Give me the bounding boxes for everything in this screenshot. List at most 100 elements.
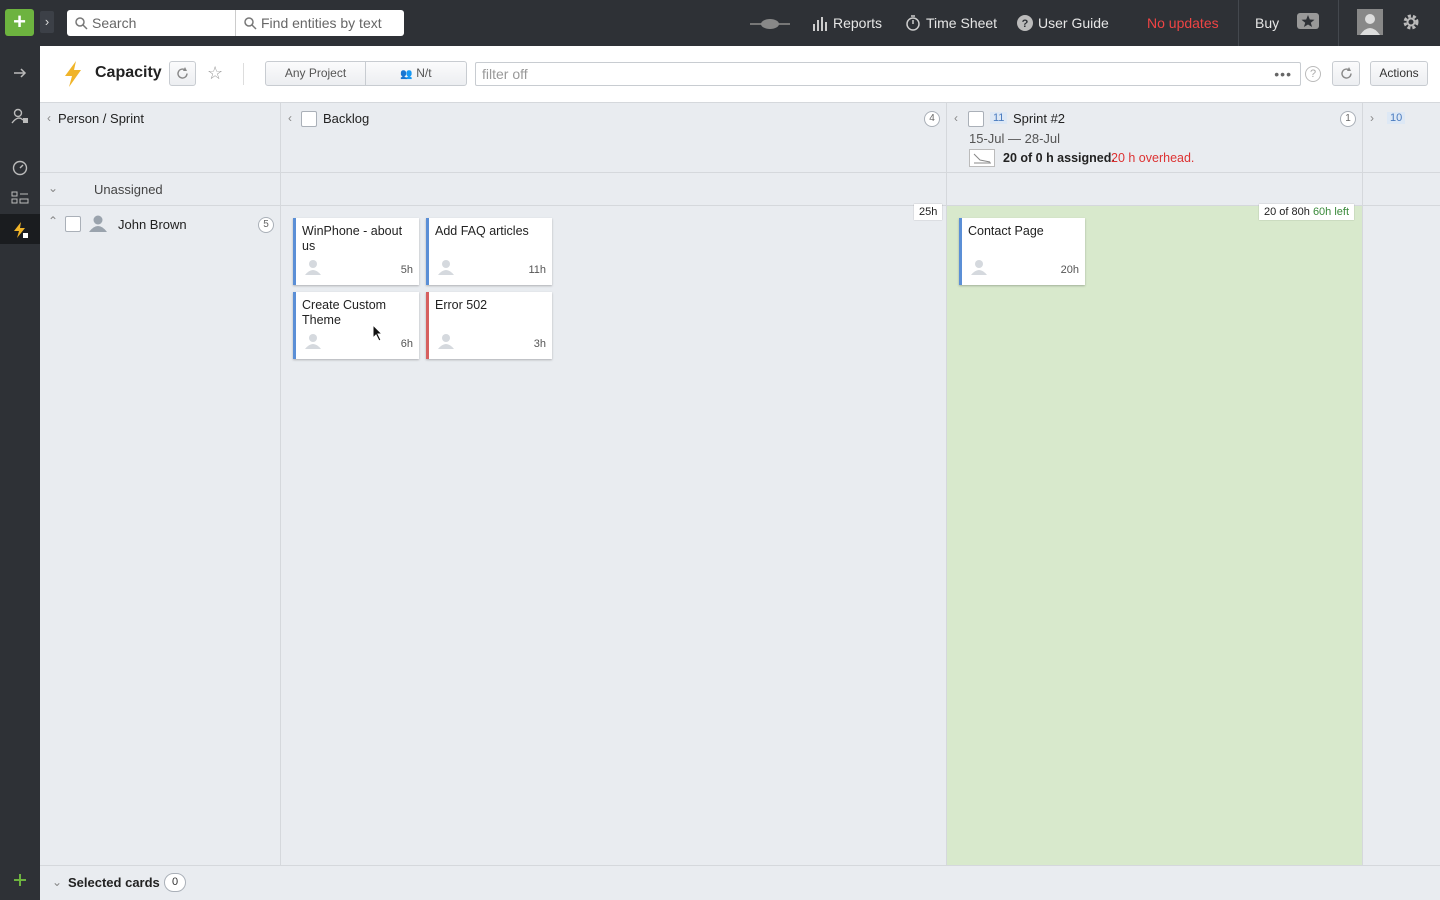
card-title: WinPhone - about us [302, 224, 403, 253]
top-bar: + › Search Find entities by text Reports… [0, 0, 1440, 46]
updates-status[interactable]: No updates [1147, 0, 1219, 46]
refresh-filter-button[interactable] [1332, 61, 1360, 86]
sprint-header: ‹ 11 Sprint #2 1 15-Jul — 28-Jul 20 of 0… [947, 103, 1362, 173]
expand-menu-button[interactable]: › [40, 11, 54, 33]
sprint-overhead: 20 h overhead. [1111, 151, 1195, 165]
card-title: Contact Page [968, 224, 1044, 238]
sprint-label[interactable]: Sprint #2 [1013, 111, 1065, 126]
unassigned-label: Unassigned [94, 182, 163, 197]
task-card[interactable]: WinPhone - about us 5h [293, 218, 419, 285]
add-plus-icon[interactable] [0, 866, 40, 896]
bolt-icon [62, 60, 84, 91]
card-hours: 11h [528, 264, 546, 276]
timesheet-link[interactable]: Time Sheet [905, 0, 997, 46]
task-card[interactable]: Add FAQ articles 11h [426, 218, 552, 285]
chevron-left-icon[interactable]: ‹ [954, 111, 958, 125]
find-entities-input[interactable]: Find entities by text [235, 10, 404, 36]
axis-label[interactable]: Person / Sprint [58, 111, 144, 126]
team-filter-label: N/t [416, 66, 432, 80]
sprint-capacity: 20 of 80h [1264, 206, 1310, 218]
sprint-checkbox[interactable] [968, 111, 984, 127]
card-hours: 6h [400, 338, 413, 350]
selected-count-badge: 0 [164, 873, 186, 892]
help-icon: ? [1017, 15, 1033, 31]
mouse-cursor-icon [372, 323, 384, 345]
find-placeholder: Find entities by text [261, 15, 382, 31]
more-options-icon[interactable]: ••• [1274, 63, 1292, 85]
filter-help-icon[interactable]: ? [1305, 66, 1321, 82]
task-card[interactable]: Create Custom Theme 6h [293, 292, 419, 359]
dashboard-gauge-icon[interactable] [0, 153, 40, 183]
sprint-capacity-tag: 20 of 80h 60h left [1259, 204, 1355, 220]
card-title: Add FAQ articles [435, 224, 529, 238]
task-card[interactable]: Contact Page 20h [959, 218, 1085, 285]
card-title: Create Custom Theme [302, 298, 387, 327]
project-filter-button[interactable]: Any Project [265, 61, 366, 86]
chevron-left-icon[interactable]: ‹ [288, 111, 292, 125]
divider [243, 63, 244, 85]
card-hours: 5h [400, 264, 413, 276]
left-sidebar [0, 46, 40, 900]
chevron-down-icon[interactable]: ⌄ [52, 875, 62, 889]
refresh-button[interactable] [169, 61, 196, 86]
chevron-down-icon[interactable]: ⌄ [48, 181, 58, 195]
selected-cards-bar: ⌄ Selected cards 0 [40, 865, 1440, 900]
backlog-label[interactable]: Backlog [323, 111, 369, 126]
person-count-badge: 5 [258, 217, 274, 233]
person-row-header[interactable]: ⌃ John Brown 5 [40, 206, 280, 242]
svg-text:?: ? [1022, 18, 1029, 30]
refresh-icon [1340, 67, 1352, 79]
column-divider [1362, 103, 1363, 865]
person-checkbox[interactable] [65, 216, 81, 232]
backlog-header: ‹ Backlog 4 [281, 103, 946, 173]
sprint-count-badge: 1 [1340, 111, 1356, 127]
card-title: Error 502 [435, 298, 488, 312]
favorite-star-icon[interactable]: ☆ [207, 63, 223, 84]
filter-input[interactable]: filter off ••• [475, 62, 1301, 86]
capacity-bolt-icon[interactable] [0, 214, 40, 244]
card-hours: 20h [1060, 264, 1079, 276]
search-icon [244, 17, 257, 30]
selected-cards-label[interactable]: Selected cards [68, 875, 160, 890]
user-avatar-icon[interactable] [1357, 9, 1388, 35]
chevron-up-icon[interactable]: ⌃ [48, 214, 58, 228]
settings-gear-icon[interactable] [1401, 12, 1426, 34]
user-lock-icon[interactable] [0, 101, 40, 131]
burndown-chart-icon[interactable] [969, 149, 995, 167]
search-input[interactable]: Search [67, 10, 235, 36]
buy-link[interactable]: Buy [1255, 0, 1279, 46]
page-title: Capacity [95, 64, 162, 81]
card-hours: 3h [533, 338, 546, 350]
backlog-checkbox[interactable] [301, 111, 317, 127]
toggle-view-icon[interactable] [750, 0, 795, 46]
column-divider [946, 103, 947, 865]
team-filter-button[interactable]: 👥 N/t [365, 61, 467, 86]
chevron-left-icon[interactable]: ‹ [47, 111, 51, 125]
person-avatar-icon [88, 214, 108, 235]
board-view-icon[interactable] [0, 184, 40, 214]
axis-header: ‹ Person / Sprint [40, 103, 280, 173]
actions-button[interactable]: Actions [1370, 61, 1428, 86]
timesheet-label: Time Sheet [926, 15, 998, 31]
sprint-id-badge[interactable]: 11 [990, 112, 1008, 124]
refresh-icon [177, 67, 188, 79]
user-guide-link[interactable]: ? User Guide [1017, 0, 1109, 46]
add-entity-button[interactable]: + [5, 9, 34, 36]
next-sprint-header: › 10 [1363, 103, 1440, 173]
task-card[interactable]: Error 502 3h [426, 292, 552, 359]
divider [1338, 0, 1339, 46]
next-sprint-id-badge[interactable]: 10 [1387, 112, 1406, 124]
search-placeholder: Search [92, 15, 137, 31]
card-avatar-icon [437, 259, 455, 278]
sprint-dates: 15-Jul — 28-Jul [969, 131, 1061, 146]
sprint-hours-left: 60h left [1312, 206, 1350, 218]
chevron-right-icon[interactable]: › [1370, 111, 1374, 125]
person-name[interactable]: John Brown [118, 217, 187, 232]
card-avatar-icon [437, 333, 455, 352]
divider [1238, 0, 1239, 46]
collapse-arrow-icon[interactable] [0, 58, 40, 88]
backlog-count-badge: 4 [924, 111, 940, 127]
feedback-star-icon[interactable] [1296, 12, 1325, 34]
reports-link[interactable]: Reports [812, 0, 882, 46]
unassigned-row-header[interactable]: ⌄ Unassigned [40, 173, 280, 205]
